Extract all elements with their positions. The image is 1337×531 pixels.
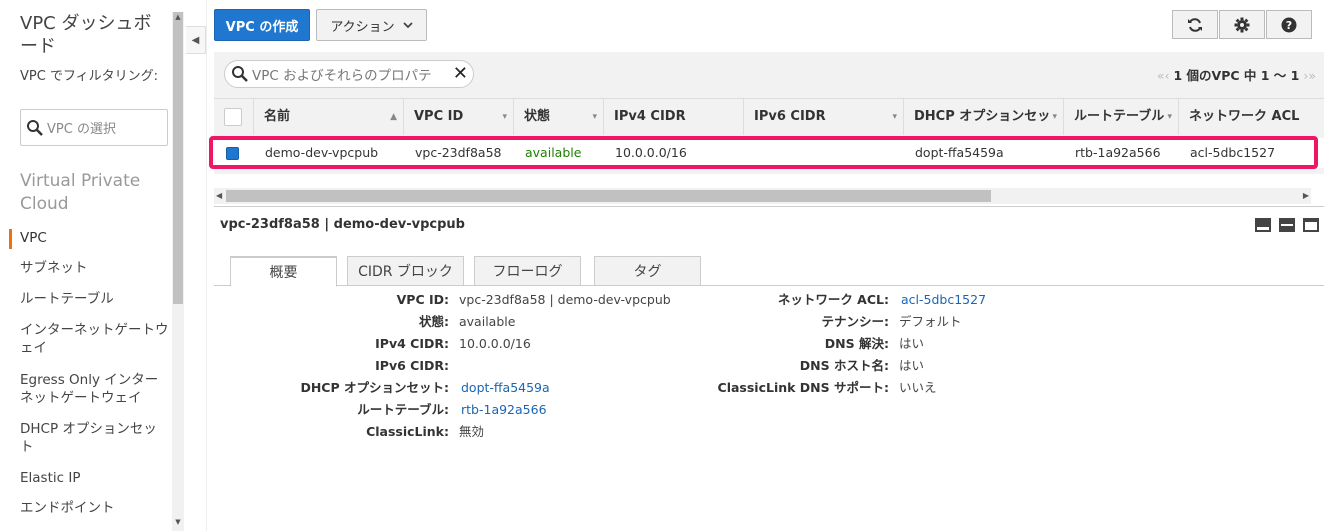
column-state[interactable]: 状態 ▾ — [514, 99, 604, 135]
sidebar-item-subnets[interactable]: サブネット — [20, 259, 170, 277]
vpc-select-placeholder: VPC の選択 — [47, 122, 116, 137]
dhcp-link[interactable]: dopt-ffa5459a — [461, 380, 550, 396]
clear-search-icon[interactable]: ✕ — [453, 65, 468, 83]
pagination: «‹ 1 個のVPC 中 1 ～ 1 ›» — [1157, 65, 1316, 84]
network-acl-link[interactable]: acl-5dbc1527 — [901, 292, 986, 308]
sidebar-item-egress-only-gateways[interactable]: Egress Only インターネットゲートウェイ — [20, 371, 170, 407]
search-input[interactable]: VPC およびそれらのプロパテ ✕ — [224, 60, 474, 88]
detail-title: vpc-23df8a58 | demo-dev-vpcpub — [220, 217, 465, 232]
select-all-cell — [214, 99, 254, 135]
table-horizontal-scrollbar[interactable]: ◀ ▶ — [214, 188, 1311, 204]
table-row[interactable]: demo-dev-vpcpub vpc-23df8a58 available 1… — [214, 138, 1324, 168]
sidebar-item-elastic-ip[interactable]: Elastic IP — [20, 469, 170, 487]
chevron-down-icon — [403, 22, 413, 29]
sidebar: VPC ダッシュボード VPC でフィルタリング: VPC の選択 Virtua… — [0, 0, 172, 531]
help-button[interactable]: ? — [1266, 10, 1312, 39]
sort-icon: ▾ — [592, 112, 597, 122]
column-ipv6-cidr[interactable]: IPv6 CIDR ▾ — [744, 99, 904, 135]
gear-icon — [1234, 17, 1250, 32]
create-vpc-button[interactable]: VPC の作成 — [214, 9, 310, 41]
cell-route-table: rtb-1a92a566 — [1075, 145, 1161, 160]
column-name[interactable]: 名前 ▲ — [254, 99, 404, 135]
row-checkbox[interactable] — [226, 147, 239, 160]
collapse-sidebar-button[interactable]: ◀ — [186, 26, 206, 54]
vpc-select[interactable]: VPC の選択 — [20, 109, 168, 146]
filter-label: VPC でフィルタリング: — [20, 69, 159, 84]
tab-tags[interactable]: タグ — [594, 256, 701, 286]
cell-vpc-id: vpc-23df8a58 — [415, 145, 502, 160]
section-title: Virtual Private Cloud — [20, 171, 141, 214]
sort-icon: ▾ — [1167, 112, 1172, 122]
cell-name: demo-dev-vpcpub — [265, 145, 379, 160]
active-indicator — [9, 229, 12, 249]
actions-label: アクション — [330, 19, 395, 35]
vpc-table-panel: VPC およびそれらのプロパテ ✕ «‹ 1 個のVPC 中 1 ～ 1 ›» … — [214, 52, 1324, 174]
cell-state: available — [525, 145, 582, 160]
column-network-acl[interactable]: ネットワーク ACL — [1179, 99, 1324, 135]
chevron-left-icon: ◀ — [191, 34, 200, 46]
horizontal-scrollbar-thumb[interactable] — [226, 190, 991, 202]
tab-cidr-blocks[interactable]: CIDR ブロック — [347, 256, 464, 286]
sidebar-title[interactable]: VPC ダッシュボード — [20, 12, 165, 58]
scroll-up-icon[interactable]: ▲ — [172, 12, 184, 22]
scroll-left-icon[interactable]: ◀ — [216, 188, 222, 204]
refresh-button[interactable] — [1172, 10, 1218, 39]
sort-icon: ▾ — [1052, 112, 1057, 122]
cell-network-acl: acl-5dbc1527 — [1190, 145, 1276, 160]
sidebar-item-endpoints[interactable]: エンドポイント — [20, 499, 170, 517]
sort-icon: ▾ — [892, 112, 897, 122]
sidebar-item-internet-gateways[interactable]: インターネットゲートウェイ — [20, 321, 170, 357]
settings-button[interactable] — [1219, 10, 1265, 39]
actions-button[interactable]: アクション — [316, 9, 427, 41]
first-page-icon[interactable]: « — [1157, 68, 1165, 83]
svg-text:?: ? — [1286, 19, 1292, 32]
refresh-icon — [1188, 17, 1202, 32]
sidebar-scrollbar-thumb[interactable] — [173, 12, 183, 304]
layout-toggle-group — [1255, 218, 1319, 232]
column-route-table[interactable]: ルートテーブル ▾ — [1064, 99, 1179, 135]
cell-ipv4-cidr: 10.0.0.0/16 — [615, 145, 687, 160]
table-header: 名前 ▲ VPC ID ▾ 状態 ▾ IPv4 CIDR IPv6 CIDR ▾ DHC… — [214, 98, 1324, 135]
cell-dhcp: dopt-ffa5459a — [915, 145, 1004, 160]
column-vpc-id[interactable]: VPC ID ▾ — [404, 99, 514, 135]
sort-icon: ▾ — [502, 112, 507, 122]
sidebar-item-route-tables[interactable]: ルートテーブル — [20, 290, 170, 308]
tab-flow-logs[interactable]: フローログ — [474, 256, 581, 286]
sidebar-item-dhcp-options[interactable]: DHCP オプションセット — [20, 420, 170, 456]
main-content: VPC の作成 アクション ? VPC およびそれらのプロパテ ✕ «‹ 1 個… — [206, 0, 1337, 531]
layout-split-icon[interactable] — [1279, 218, 1295, 232]
column-ipv4-cidr[interactable]: IPv4 CIDR — [604, 99, 744, 135]
previous-page-icon[interactable]: ‹ — [1165, 68, 1170, 83]
sort-asc-icon: ▲ — [390, 112, 397, 122]
tab-summary[interactable]: 概要 — [230, 256, 337, 287]
layout-bottom-icon[interactable] — [1255, 218, 1271, 232]
select-all-checkbox[interactable] — [224, 108, 242, 126]
help-icon: ? — [1281, 17, 1297, 32]
split-divider[interactable] — [214, 206, 1324, 207]
search-icon — [232, 66, 248, 82]
sidebar-item-vpc[interactable]: VPC — [20, 229, 170, 247]
scroll-down-icon[interactable]: ▼ — [172, 516, 184, 528]
layout-top-icon[interactable] — [1303, 218, 1319, 232]
scroll-right-icon[interactable]: ▶ — [1303, 188, 1309, 204]
search-placeholder: VPC およびそれらのプロパテ — [252, 68, 432, 84]
column-dhcp[interactable]: DHCP オプションセッ ▾ — [904, 99, 1064, 135]
search-icon — [27, 119, 43, 136]
last-page-icon[interactable]: » — [1308, 68, 1316, 83]
route-table-link[interactable]: rtb-1a92a566 — [461, 402, 547, 418]
pagination-text: 1 個のVPC 中 1 ～ 1 — [1173, 68, 1300, 83]
